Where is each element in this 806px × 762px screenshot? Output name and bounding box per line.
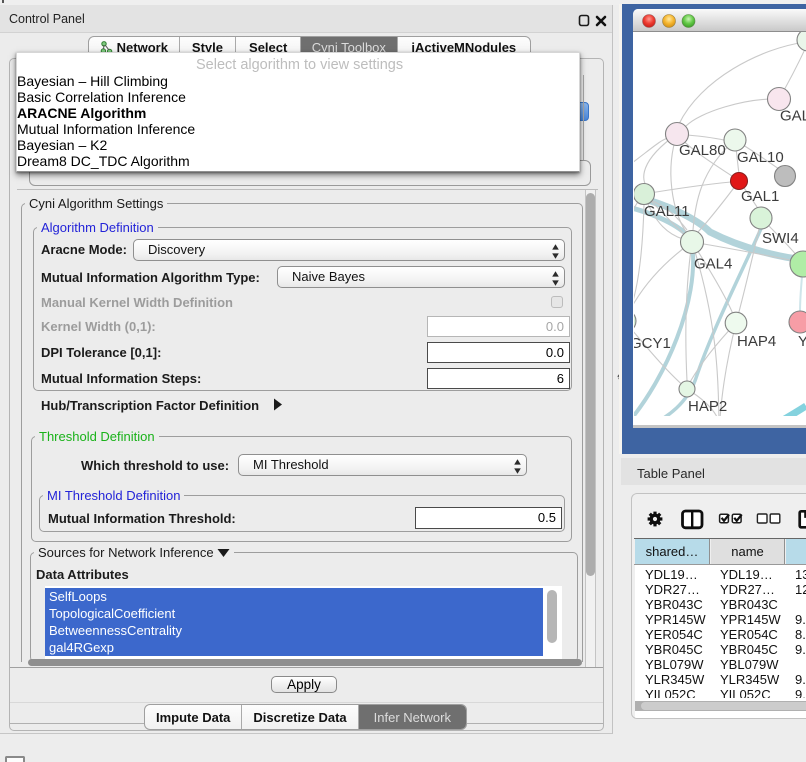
svg-text:GAL2: GAL2 (780, 108, 806, 125)
svg-text:GAL10: GAL10 (737, 149, 784, 166)
svg-text:SWI4: SWI4 (762, 230, 799, 247)
svg-text:GAL80: GAL80 (679, 142, 726, 159)
svg-text:GAL1: GAL1 (741, 188, 779, 205)
svg-text:GAL11: GAL11 (644, 203, 690, 220)
svg-text:GAL4: GAL4 (694, 256, 732, 273)
svg-text:HAP2: HAP2 (688, 398, 727, 415)
svg-text:GCY1: GCY1 (634, 335, 671, 352)
svg-text:YJ: YJ (798, 333, 806, 350)
svg-text:HAP4: HAP4 (737, 333, 776, 350)
